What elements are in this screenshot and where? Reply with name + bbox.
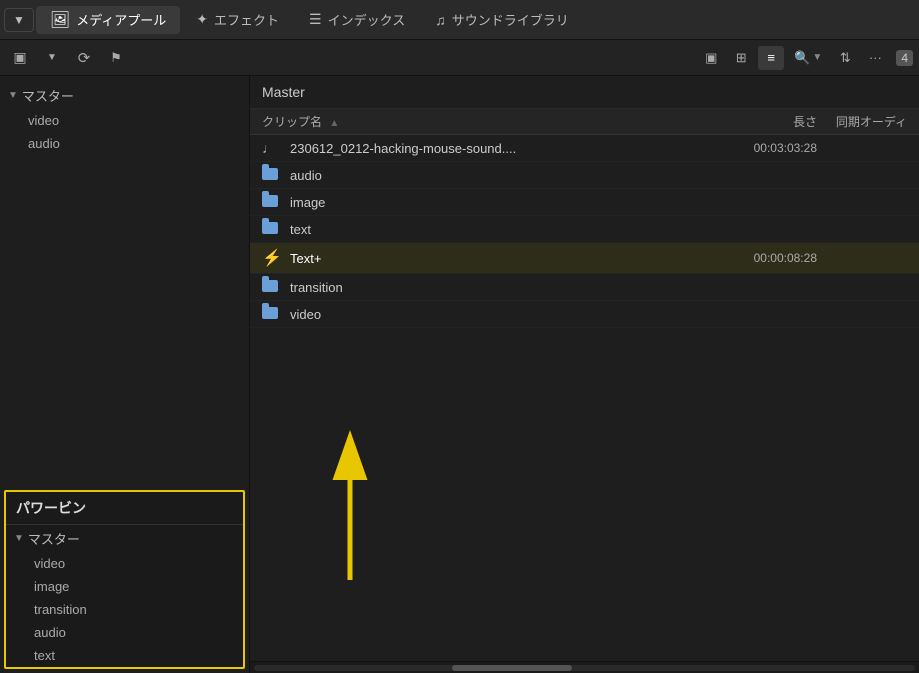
view-single-button[interactable]: ▣: [698, 46, 724, 70]
list-view-icon: ≡: [767, 50, 775, 65]
row-folder-name: transition: [290, 280, 717, 295]
table-header: クリップ名 ▲ 長さ 同期オーディ: [250, 109, 919, 135]
powerbin-item-text[interactable]: text: [6, 644, 243, 667]
sync-icon: ⟳: [78, 49, 91, 67]
workspace-dropdown[interactable]: ▼: [4, 8, 34, 32]
sidebar-audio-label: audio: [28, 136, 60, 151]
sidebar-master-section[interactable]: ▼ マスター: [0, 82, 249, 109]
content-area: Master クリップ名 ▲ 長さ 同期オーディ ♩ 230612_0212-h…: [250, 76, 919, 673]
scrollbar-track: [254, 665, 915, 671]
row-folder-name: video: [290, 307, 717, 322]
col-name-label: クリップ名: [262, 115, 322, 129]
row-folder-name: image: [290, 195, 717, 210]
powerbin-panel: パワービン ▼ マスター video image transition audi…: [4, 490, 245, 669]
powerbin-audio-label: audio: [34, 625, 66, 640]
panel-layout-button[interactable]: ▣: [6, 44, 34, 72]
table-row[interactable]: image: [250, 189, 919, 216]
folder-icon: [262, 167, 282, 183]
panel-dropdown-button[interactable]: ▼: [38, 44, 66, 72]
folder-icon: [262, 194, 282, 210]
mediapull-icon: 🖼: [50, 10, 70, 30]
col-sync-header: 同期オーディ: [817, 113, 907, 130]
more-icon: ···: [869, 50, 882, 65]
powerbin-master-section[interactable]: ▼ マスター: [6, 525, 243, 552]
sidebar-master-label: マスター: [22, 86, 74, 105]
row-textplus-name: Text+: [290, 251, 717, 266]
view-list-button[interactable]: ≡: [758, 46, 784, 70]
chevron-down-icon: ▼: [14, 533, 24, 544]
table-row[interactable]: audio: [250, 162, 919, 189]
search-chevron-icon: ▼: [812, 52, 822, 63]
chevron-down-icon: ▼: [8, 90, 18, 101]
table-row[interactable]: ♩ 230612_0212-hacking-mouse-sound.... 00…: [250, 135, 919, 162]
view-grid-button[interactable]: ⊞: [728, 46, 754, 70]
powerbin-item-image[interactable]: image: [6, 575, 243, 598]
folder-icon: [262, 221, 282, 237]
content-header: Master: [250, 76, 919, 109]
effect-icon: ✦: [196, 11, 208, 28]
main-layout: ▼ マスター video audio パワービン ▼ マスター video im…: [0, 76, 919, 673]
col-length-header: 長さ: [717, 113, 817, 130]
soundlib-label: サウンドライブラリ: [452, 10, 569, 29]
top-nav: ▼ 🖼 メディアプール ✦ エフェクト ☰ インデックス ♫ サウンドライブラリ: [0, 0, 919, 40]
grid-view-icon: ⊞: [736, 50, 747, 66]
powerbin-item-video[interactable]: video: [6, 552, 243, 575]
row-length: 00:00:08:28: [717, 251, 817, 265]
search-icon: 🔍: [794, 50, 810, 66]
flag-icon: ⚑: [110, 50, 122, 66]
col-sort-icon: ▲: [329, 118, 339, 129]
folder-icon: [262, 279, 282, 295]
audio-file-icon: ♩: [262, 140, 282, 156]
scrollbar-thumb[interactable]: [452, 665, 572, 671]
nav-mediapull[interactable]: 🖼 メディアプール: [36, 6, 180, 34]
nav-soundlib[interactable]: ♫ サウンドライブラリ: [421, 6, 583, 33]
horizontal-scrollbar[interactable]: [250, 661, 919, 673]
row-clip-name: 230612_0212-hacking-mouse-sound....: [290, 141, 717, 156]
sidebar-video-label: video: [28, 113, 59, 128]
toolbar: ▣ ▼ ⟳ ⚑ ▣ ⊞ ≡ 🔍 ▼ ⇅ ··· 4: [0, 40, 919, 76]
more-button[interactable]: ···: [862, 46, 888, 70]
effect-label: エフェクト: [214, 10, 279, 29]
table-row-textplus[interactable]: ⚡ Text+ 00:00:08:28: [250, 243, 919, 274]
mediapull-label: メディアプール: [76, 10, 166, 29]
table-row[interactable]: text: [250, 216, 919, 243]
sync-button[interactable]: ⟳: [70, 44, 98, 72]
folder-icon: [262, 306, 282, 322]
sort-button[interactable]: ⇅: [832, 46, 858, 70]
powerbin-transition-label: transition: [34, 602, 87, 617]
nav-index[interactable]: ☰ インデックス: [295, 6, 419, 33]
sort-icon: ⇅: [840, 50, 851, 66]
row-folder-name: text: [290, 222, 717, 237]
index-label: インデックス: [328, 10, 406, 29]
lightning-icon: ⚡: [262, 248, 282, 268]
powerbin-title: パワービン: [6, 492, 243, 525]
sidebar: ▼ マスター video audio パワービン ▼ マスター video im…: [0, 76, 250, 673]
row-length: 00:03:03:28: [717, 141, 817, 155]
sidebar-item-video[interactable]: video: [0, 109, 249, 132]
powerbin-video-label: video: [34, 556, 65, 571]
row-folder-name: audio: [290, 168, 717, 183]
nav-effect[interactable]: ✦ エフェクト: [182, 6, 293, 33]
powerbin-image-label: image: [34, 579, 69, 594]
flag-button[interactable]: ⚑: [102, 44, 130, 72]
content-table: クリップ名 ▲ 長さ 同期オーディ ♩ 230612_0212-hacking-…: [250, 109, 919, 661]
panel-icon: ▣: [13, 49, 26, 66]
powerbin-text-label: text: [34, 648, 55, 663]
clip-count-badge: 4: [896, 50, 913, 66]
sidebar-item-audio[interactable]: audio: [0, 132, 249, 155]
powerbin-master-label: マスター: [28, 529, 80, 548]
sidebar-top: ▼ マスター video audio: [0, 76, 249, 486]
index-icon: ☰: [309, 11, 322, 28]
soundlib-icon: ♫: [435, 12, 446, 28]
table-row[interactable]: video: [250, 301, 919, 328]
single-view-icon: ▣: [705, 50, 717, 66]
chevron-down-icon: ▼: [13, 13, 25, 27]
powerbin-item-transition[interactable]: transition: [6, 598, 243, 621]
powerbin-item-audio[interactable]: audio: [6, 621, 243, 644]
table-row[interactable]: transition: [250, 274, 919, 301]
search-button[interactable]: 🔍 ▼: [788, 48, 828, 68]
chevron-down-icon: ▼: [47, 52, 57, 63]
col-name-header: クリップ名 ▲: [262, 113, 717, 130]
